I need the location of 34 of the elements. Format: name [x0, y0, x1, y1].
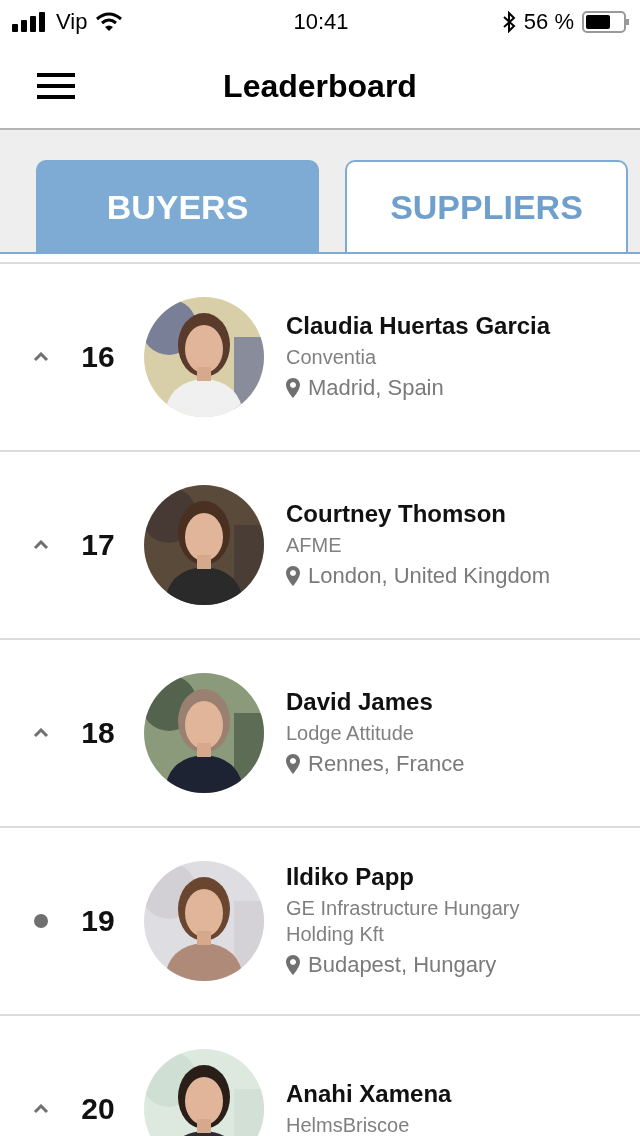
location-text: London, United Kingdom — [308, 562, 551, 590]
location-pin-icon — [286, 566, 300, 587]
clock-time: 10:41 — [293, 9, 349, 35]
battery-icon — [582, 11, 630, 33]
company-name: AFME — [286, 533, 343, 559]
tab[interactable]: SUPPLIERS — [345, 160, 628, 252]
person-name: Anahi Xamena — [286, 1080, 452, 1108]
battery-percent: 56 % — [523, 9, 574, 35]
location-pin-icon — [286, 955, 300, 976]
menu-icon[interactable] — [37, 73, 75, 99]
location-text: Madrid, Spain — [308, 374, 444, 402]
person-name: Claudia Huertas Garcia — [286, 312, 551, 341]
bluetooth-icon — [501, 11, 516, 33]
signal-icon — [12, 12, 48, 32]
person-name: Courtney Thomson — [286, 500, 507, 529]
screen-title: Leaderboard — [223, 67, 417, 105]
person-name: David James — [286, 688, 434, 717]
location-pin-icon — [286, 378, 300, 399]
company-name: GE Infrastructure Hungary Holding Kft — [286, 896, 521, 948]
rank-number: 16 — [80, 340, 116, 374]
rank-number: 17 — [80, 528, 116, 562]
rank-number: 20 — [80, 1092, 116, 1126]
company-name: Lodge Attitude — [286, 721, 415, 747]
company-name: HelmsBriscoe — [286, 1112, 411, 1136]
rank-number: 19 — [80, 904, 116, 938]
person-name: Ildiko Papp — [286, 863, 415, 892]
location-text: Rennes, France — [308, 750, 465, 778]
tab[interactable]: BUYERS — [36, 160, 319, 252]
company-name: Conventia — [286, 345, 378, 371]
wifi-icon — [95, 12, 124, 32]
rank-number: 18 — [80, 716, 116, 750]
location-pin-icon — [286, 754, 300, 775]
carrier-name: Vip — [56, 9, 88, 35]
location-text: Budapest, Hungary — [308, 951, 497, 979]
